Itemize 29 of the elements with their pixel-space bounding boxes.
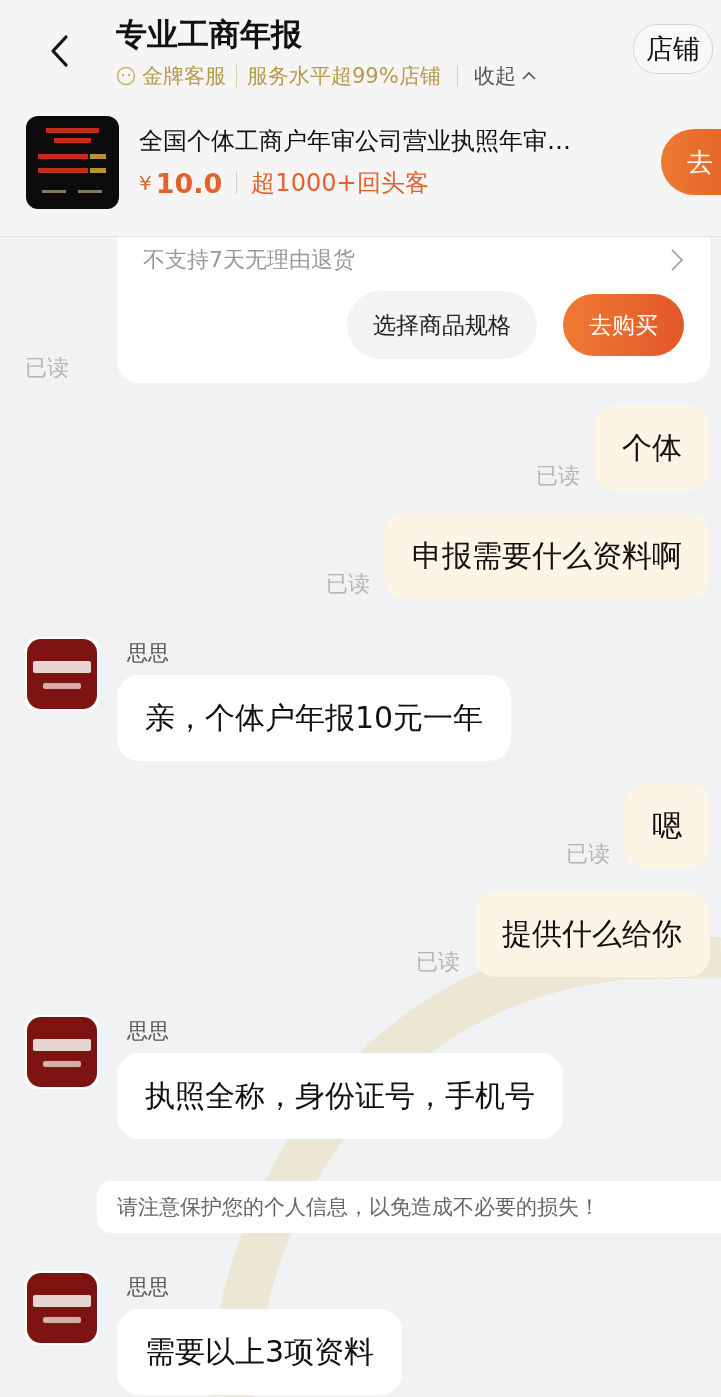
sender-name: 思思 (127, 1274, 169, 1301)
read-receipt: 已读 (416, 948, 460, 976)
product-title[interactable]: 全国个体工商户年审公司营业执照年审… (139, 125, 661, 157)
service-rating-label: 金牌客服 (142, 63, 226, 90)
service-level-text: 服务水平超99%店铺 (247, 63, 441, 90)
sent-message: 嗯 (624, 783, 710, 869)
sent-message: 提供什么给你 (474, 891, 710, 977)
collapse-link[interactable]: 收起 (473, 62, 516, 90)
chevron-up-icon[interactable] (521, 71, 536, 81)
sender-name: 思思 (127, 640, 169, 667)
currency-sign: ¥ (139, 171, 152, 195)
return-policy-text: 不支持7天无理由退货 (143, 246, 355, 274)
read-receipt: 已读 (25, 354, 69, 382)
sent-message: 申报需要什么资料啊 (384, 513, 710, 599)
read-receipt: 已读 (326, 570, 370, 598)
received-message: 执照全称，身份证号，手机号 (117, 1053, 563, 1139)
received-message: 需要以上3项资料 (117, 1309, 403, 1395)
repeat-customers-text: 超1000+回头客 (251, 168, 429, 199)
sent-message: 个体 (594, 405, 710, 491)
received-message: 亲，个体户年报10元一年 (117, 675, 512, 761)
store-button[interactable]: 店铺 (633, 24, 713, 74)
read-receipt: 已读 (566, 840, 610, 868)
sender-name: 思思 (127, 1018, 169, 1045)
shop-title: 专业工商年报 (116, 15, 303, 54)
read-receipt: 已读 (536, 462, 580, 490)
smiley-icon (116, 66, 136, 86)
select-spec-button[interactable]: 选择商品规格 (347, 291, 537, 359)
privacy-notice: 请注意保护您的个人信息，以免造成不必要的损失！ (97, 1181, 721, 1233)
product-price: 10.0 (155, 167, 223, 199)
